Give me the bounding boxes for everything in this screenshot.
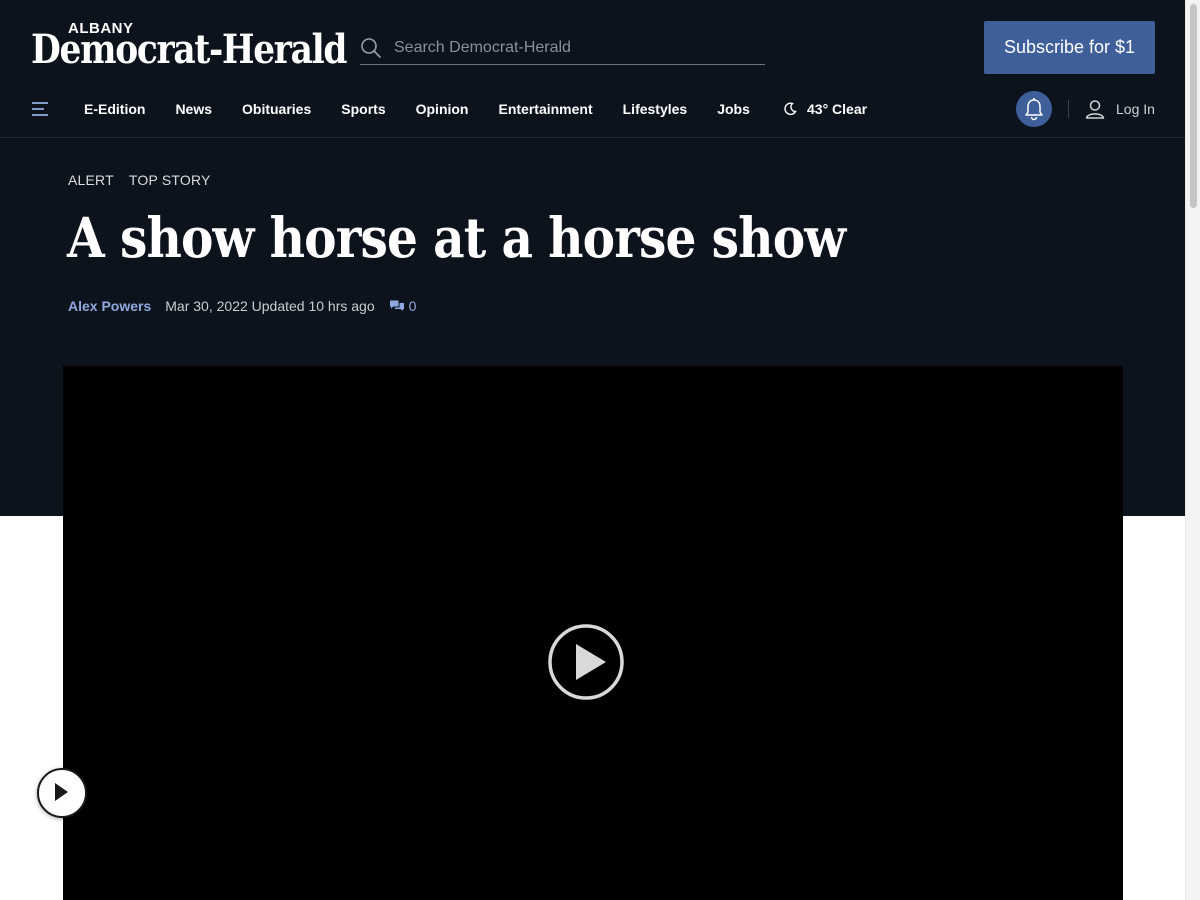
main-navigation: E-Edition News Obituaries Sports Opinion… (0, 84, 1185, 138)
search-icon (361, 38, 381, 58)
weather-widget[interactable]: 43° Clear (783, 84, 867, 134)
play-icon (55, 783, 68, 801)
article-flags: ALERT TOP STORY (68, 172, 226, 188)
search-input[interactable] (392, 35, 756, 61)
comments-link[interactable]: 0 (389, 298, 417, 314)
nav-item-lifestyles[interactable]: Lifestyles (623, 101, 688, 117)
page-scrollbar[interactable] (1185, 0, 1200, 900)
floating-play-button[interactable] (37, 768, 87, 818)
login-button[interactable]: Log In (1085, 84, 1155, 134)
nav-item-e-edition[interactable]: E-Edition (84, 101, 145, 117)
nav-item-sports[interactable]: Sports (341, 101, 385, 117)
comments-icon (389, 300, 404, 311)
nav-item-jobs[interactable]: Jobs (717, 101, 750, 117)
flag-top-story[interactable]: TOP STORY (129, 172, 211, 188)
logo-name: Democrat-Herald (31, 26, 347, 73)
nav-item-news[interactable]: News (175, 101, 212, 117)
comment-count: 0 (408, 298, 417, 314)
hamburger-menu-icon[interactable] (31, 100, 49, 118)
nav-divider (1068, 100, 1069, 118)
weather-text: 43° Clear (807, 101, 868, 117)
author-link[interactable]: Alex Powers (68, 298, 151, 314)
scrollbar-thumb[interactable] (1190, 4, 1197, 208)
flag-alert[interactable]: ALERT (68, 172, 114, 188)
subscribe-button[interactable]: Subscribe for $1 (984, 21, 1155, 74)
login-label: Log In (1116, 101, 1155, 117)
video-player[interactable] (63, 366, 1123, 900)
nav-item-obituaries[interactable]: Obituaries (242, 101, 311, 117)
nav-item-opinion[interactable]: Opinion (416, 101, 469, 117)
article-headline: A show horse at a horse show (67, 205, 846, 270)
article-byline: Alex Powers Mar 30, 2022 Updated 10 hrs … (68, 298, 416, 314)
site-logo[interactable]: ALBANY Democrat-Herald (31, 18, 347, 76)
bell-icon (1025, 98, 1043, 121)
notifications-button[interactable] (1016, 91, 1052, 127)
user-icon (1085, 100, 1105, 119)
search-bar[interactable] (360, 30, 765, 65)
article-date: Mar 30, 2022 Updated 10 hrs ago (165, 298, 375, 314)
play-icon[interactable] (547, 623, 625, 701)
nav-item-entertainment[interactable]: Entertainment (499, 101, 593, 117)
moon-icon (784, 102, 797, 116)
